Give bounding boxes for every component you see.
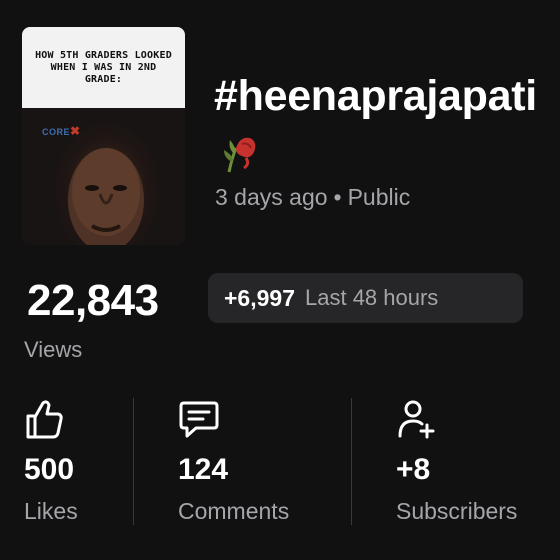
comments-label: Comments <box>178 498 290 524</box>
comment-icon <box>178 398 220 442</box>
recent-views-delta: +6,997 <box>224 284 295 311</box>
comments-stat[interactable]: 124 Comments <box>178 398 289 524</box>
video-title: #heenaprajapati <box>214 66 550 190</box>
likes-label: Likes <box>24 498 78 524</box>
subscribers-label: Subscribers <box>396 498 518 524</box>
stat-divider <box>351 398 352 525</box>
video-meta: 3 days ago • Public <box>215 184 410 211</box>
likes-count: 500 <box>24 453 75 486</box>
views-count: 22,843 <box>27 276 159 325</box>
add-person-icon <box>396 398 438 442</box>
meta-separator: • <box>333 184 342 210</box>
video-thumbnail[interactable]: HOW 5TH GRADERS LOOKED WHEN I WAS IN 2ND… <box>22 27 185 245</box>
wilted-rose-icon <box>220 130 258 190</box>
video-title-text: #heenaprajapati <box>214 72 537 120</box>
recent-views-badge: +6,997 Last 48 hours <box>208 273 523 323</box>
comments-count: 124 <box>178 453 229 486</box>
thumbnail-image: CORE✖ <box>22 108 185 245</box>
subscribers-stat[interactable]: +8 Subscribers <box>396 398 517 524</box>
thumbs-up-icon <box>24 398 64 442</box>
visibility-status: Public <box>347 184 411 210</box>
thumbnail-watermark: CORE✖ <box>42 124 81 138</box>
recent-views-window: Last 48 hours <box>305 285 439 310</box>
stat-divider <box>133 398 134 525</box>
views-label: Views <box>24 337 83 362</box>
subscribers-count: +8 <box>396 453 431 486</box>
thumbnail-caption: HOW 5TH GRADERS LOOKED WHEN I WAS IN 2ND… <box>22 27 185 108</box>
likes-stat[interactable]: 500 Likes <box>24 398 78 524</box>
posted-time: 3 days ago <box>215 184 328 210</box>
